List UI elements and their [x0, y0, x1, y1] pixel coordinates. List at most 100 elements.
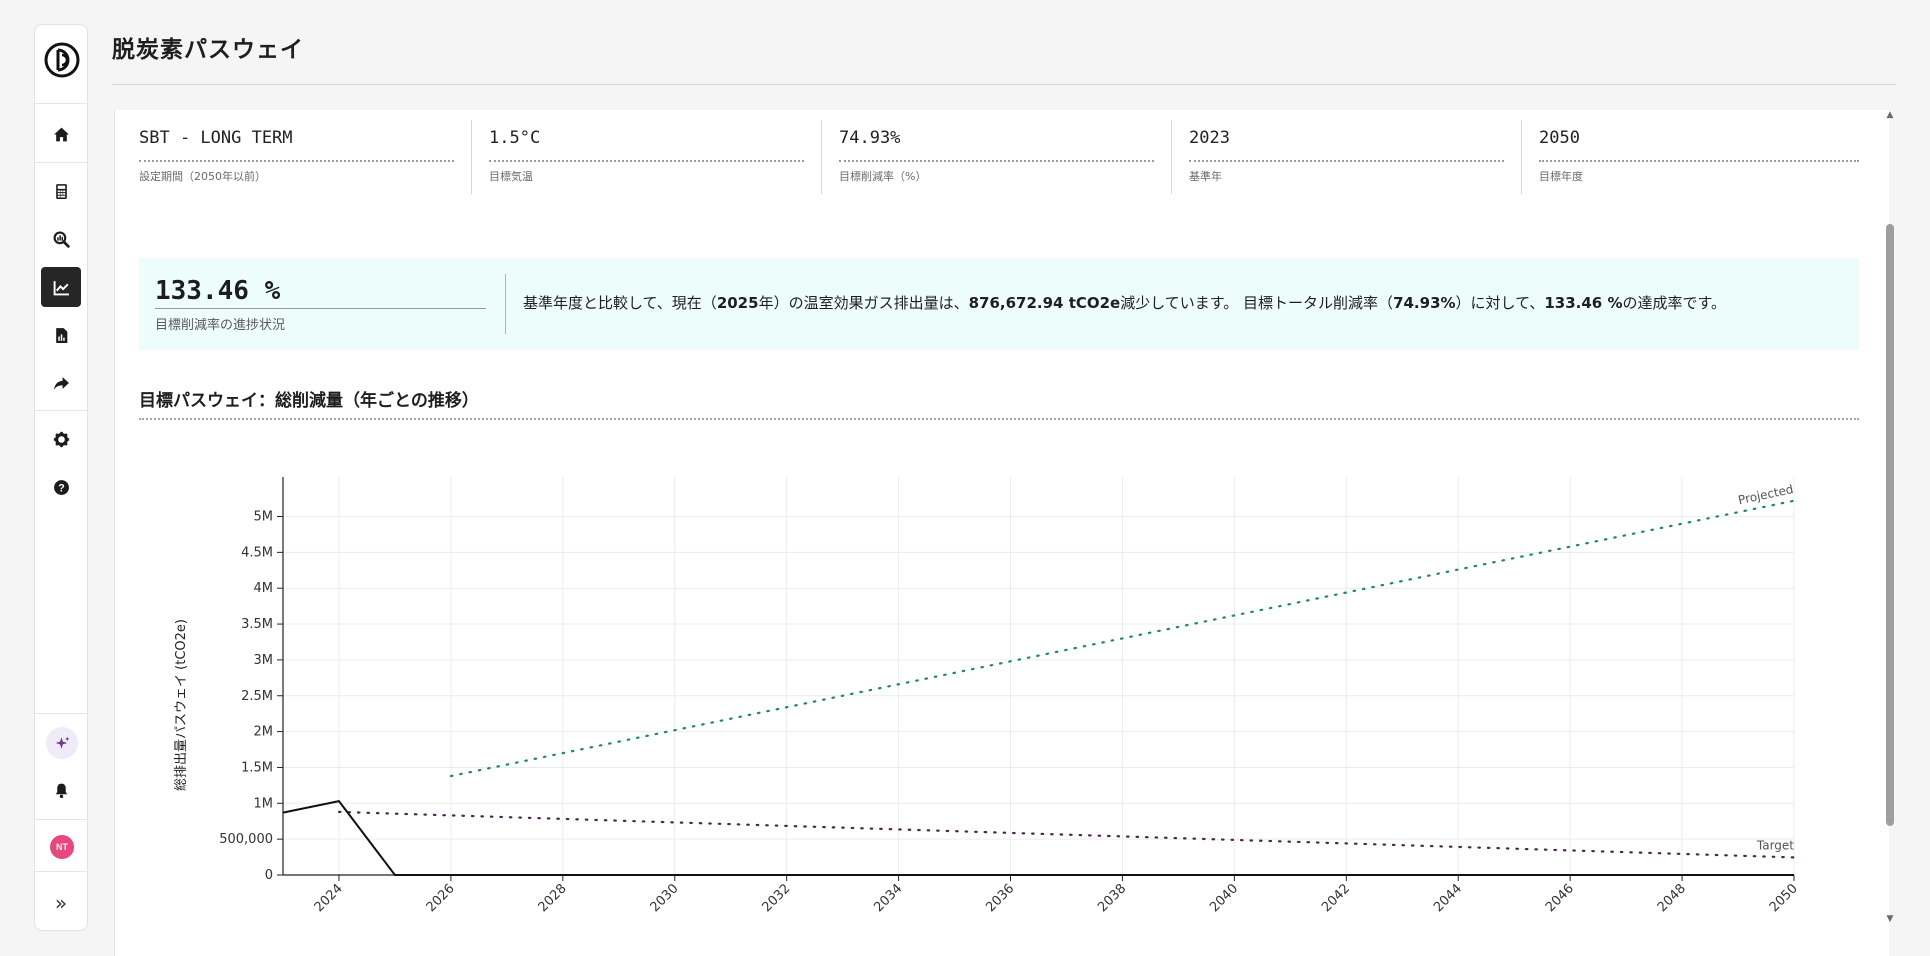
param-label: 目標気温 [489, 170, 533, 183]
progress-divider [505, 274, 506, 334]
ai-assistant-button[interactable] [46, 727, 78, 759]
notifications-button[interactable] [41, 770, 81, 810]
text-segment: 年）の温室効果ガス排出量は、 [758, 294, 969, 312]
x-tick-label: 2032 [759, 881, 793, 915]
x-tick-label: 2030 [648, 881, 682, 915]
param-value: 2050 [1539, 128, 1580, 148]
series-line [337, 810, 1796, 859]
y-tick-label: 4.5M [241, 545, 273, 560]
param-reduction-rate: 74.93% 目標削減率（%） [815, 118, 1172, 196]
sidebar: ? NT » [34, 24, 88, 931]
line-chart-icon [53, 280, 69, 295]
progress-underline [155, 308, 486, 309]
x-tick-label: 2040 [1207, 881, 1241, 915]
progress-description: 基準年度と比較して、現在（2025年）の温室効果ガス排出量は、876,672.9… [523, 292, 1726, 313]
param-base-year: 2023 基準年 [1165, 118, 1522, 196]
y-tick-label: 3M [254, 653, 274, 668]
main-panel: SBT - LONG TERM 設定期間（2050年以前） 1.5°C 目標気温… [114, 110, 1889, 956]
param-label: 目標年度 [1539, 170, 1583, 183]
sidebar-divider [35, 410, 87, 411]
x-tick-label: 2048 [1655, 881, 1689, 915]
y-tick-label: 2M [254, 725, 274, 740]
sparkle-icon [55, 736, 70, 749]
param-target-year: 2050 目標年度 [1515, 118, 1859, 196]
text-segment: 減少しています。 目標トータル削減率（ [1120, 294, 1394, 312]
page-title: 脱炭素パスウェイ [112, 37, 304, 63]
parameter-row: SBT - LONG TERM 設定期間（2050年以前） 1.5°C 目標気温… [115, 118, 1889, 196]
sidebar-item-help[interactable]: ? [41, 467, 81, 507]
text-segment: の達成率です。 [1622, 294, 1727, 312]
y-tick-label: 3.5M [241, 617, 273, 632]
x-tick-label: 2046 [1543, 881, 1577, 915]
param-temperature: 1.5°C 目標気温 [465, 118, 822, 196]
y-tick-label: 1M [254, 796, 274, 811]
expand-sidebar-button[interactable]: » [41, 883, 81, 923]
share-icon [53, 376, 69, 390]
gear-icon [53, 431, 69, 447]
svg-text:?: ? [58, 482, 64, 494]
sidebar-divider [35, 871, 87, 872]
x-tick-label: 2028 [536, 881, 570, 915]
param-label: 設定期間（2050年以前） [139, 170, 266, 183]
dotted-rule [1539, 160, 1859, 162]
param-period: SBT - LONG TERM 設定期間（2050年以前） [115, 118, 472, 196]
x-tick-label: 2036 [983, 881, 1017, 915]
calculator-icon [55, 183, 67, 199]
sidebar-divider [35, 162, 87, 163]
y-tick-label: 1.5M [241, 760, 273, 775]
y-tick-label: 4M [254, 581, 274, 596]
x-tick-label: 2042 [1319, 881, 1353, 915]
x-tick-label: 2034 [871, 881, 905, 915]
scrollbar-thumb[interactable] [1886, 224, 1894, 826]
param-value: SBT - LONG TERM [139, 128, 293, 148]
achievement-rate: 133.46 % [1544, 294, 1623, 312]
dotted-rule [489, 160, 804, 162]
sidebar-divider [35, 819, 87, 820]
home-icon [53, 127, 69, 141]
sidebar-item-home[interactable] [41, 114, 81, 154]
param-value: 1.5°C [489, 128, 541, 148]
y-tick-label: 2.5M [241, 689, 273, 704]
dotted-rule [1189, 160, 1504, 162]
scroll-up-arrow[interactable]: ▲ [1884, 110, 1896, 120]
sidebar-item-share[interactable] [41, 363, 81, 403]
dotted-rule [839, 160, 1154, 162]
sidebar-item-calculator[interactable] [41, 171, 81, 211]
progress-label: 目標削減率の進捗状況 [155, 318, 286, 333]
sidebar-item-settings[interactable] [41, 419, 81, 459]
x-tick-label: 2044 [1431, 881, 1465, 915]
sidebar-item-analysis[interactable] [41, 219, 81, 259]
y-tick-label: 500,000 [219, 832, 273, 847]
scroll-down-arrow[interactable]: ▼ [1884, 914, 1896, 924]
param-label: 目標削減率（%） [839, 170, 927, 183]
sidebar-item-report[interactable] [41, 315, 81, 355]
x-tick-label: 2038 [1095, 881, 1129, 915]
y-axis-label: 総排出量パスウェイ (tCO2e) [174, 619, 189, 791]
progress-summary: 133.46 % 目標削減率の進捗状況 基準年度と比較して、現在（2025年）の… [139, 258, 1859, 350]
search-chart-icon [53, 231, 70, 248]
user-avatar[interactable]: NT [50, 835, 74, 859]
y-tick-label: 5M [254, 510, 274, 525]
y-tick-label: 0 [265, 868, 273, 883]
series-line [282, 800, 1794, 876]
x-tick-label: 2050 [1767, 881, 1801, 915]
reduction-amount: 876,672.94 tCO2e [968, 294, 1121, 312]
help-icon: ? [53, 479, 69, 495]
current-year: 2025 [716, 294, 759, 312]
series-label: Projected [1737, 482, 1795, 507]
bell-icon [55, 783, 67, 798]
x-tick-label: 2026 [424, 881, 458, 915]
app-logo[interactable] [42, 40, 82, 80]
chart-section-title: 目標パスウェイ：総削減量（年ごとの推移） [139, 391, 479, 411]
sidebar-divider [35, 713, 87, 714]
dotted-rule [139, 160, 454, 162]
section-dotted-rule [139, 418, 1859, 420]
sidebar-item-pathway[interactable] [41, 267, 81, 307]
param-label: 基準年 [1189, 170, 1222, 183]
report-icon [55, 327, 67, 343]
x-tick-label: 2024 [312, 881, 346, 915]
title-divider [112, 84, 1896, 85]
pathway-chart: 0 500,000 1M 1.5M 2M 2.5M 3M 3.5M 4M 4.5M 5M 2024 20… [174, 477, 1801, 915]
logo-icon [44, 42, 80, 78]
progress-value: 133.46 % [155, 276, 281, 306]
